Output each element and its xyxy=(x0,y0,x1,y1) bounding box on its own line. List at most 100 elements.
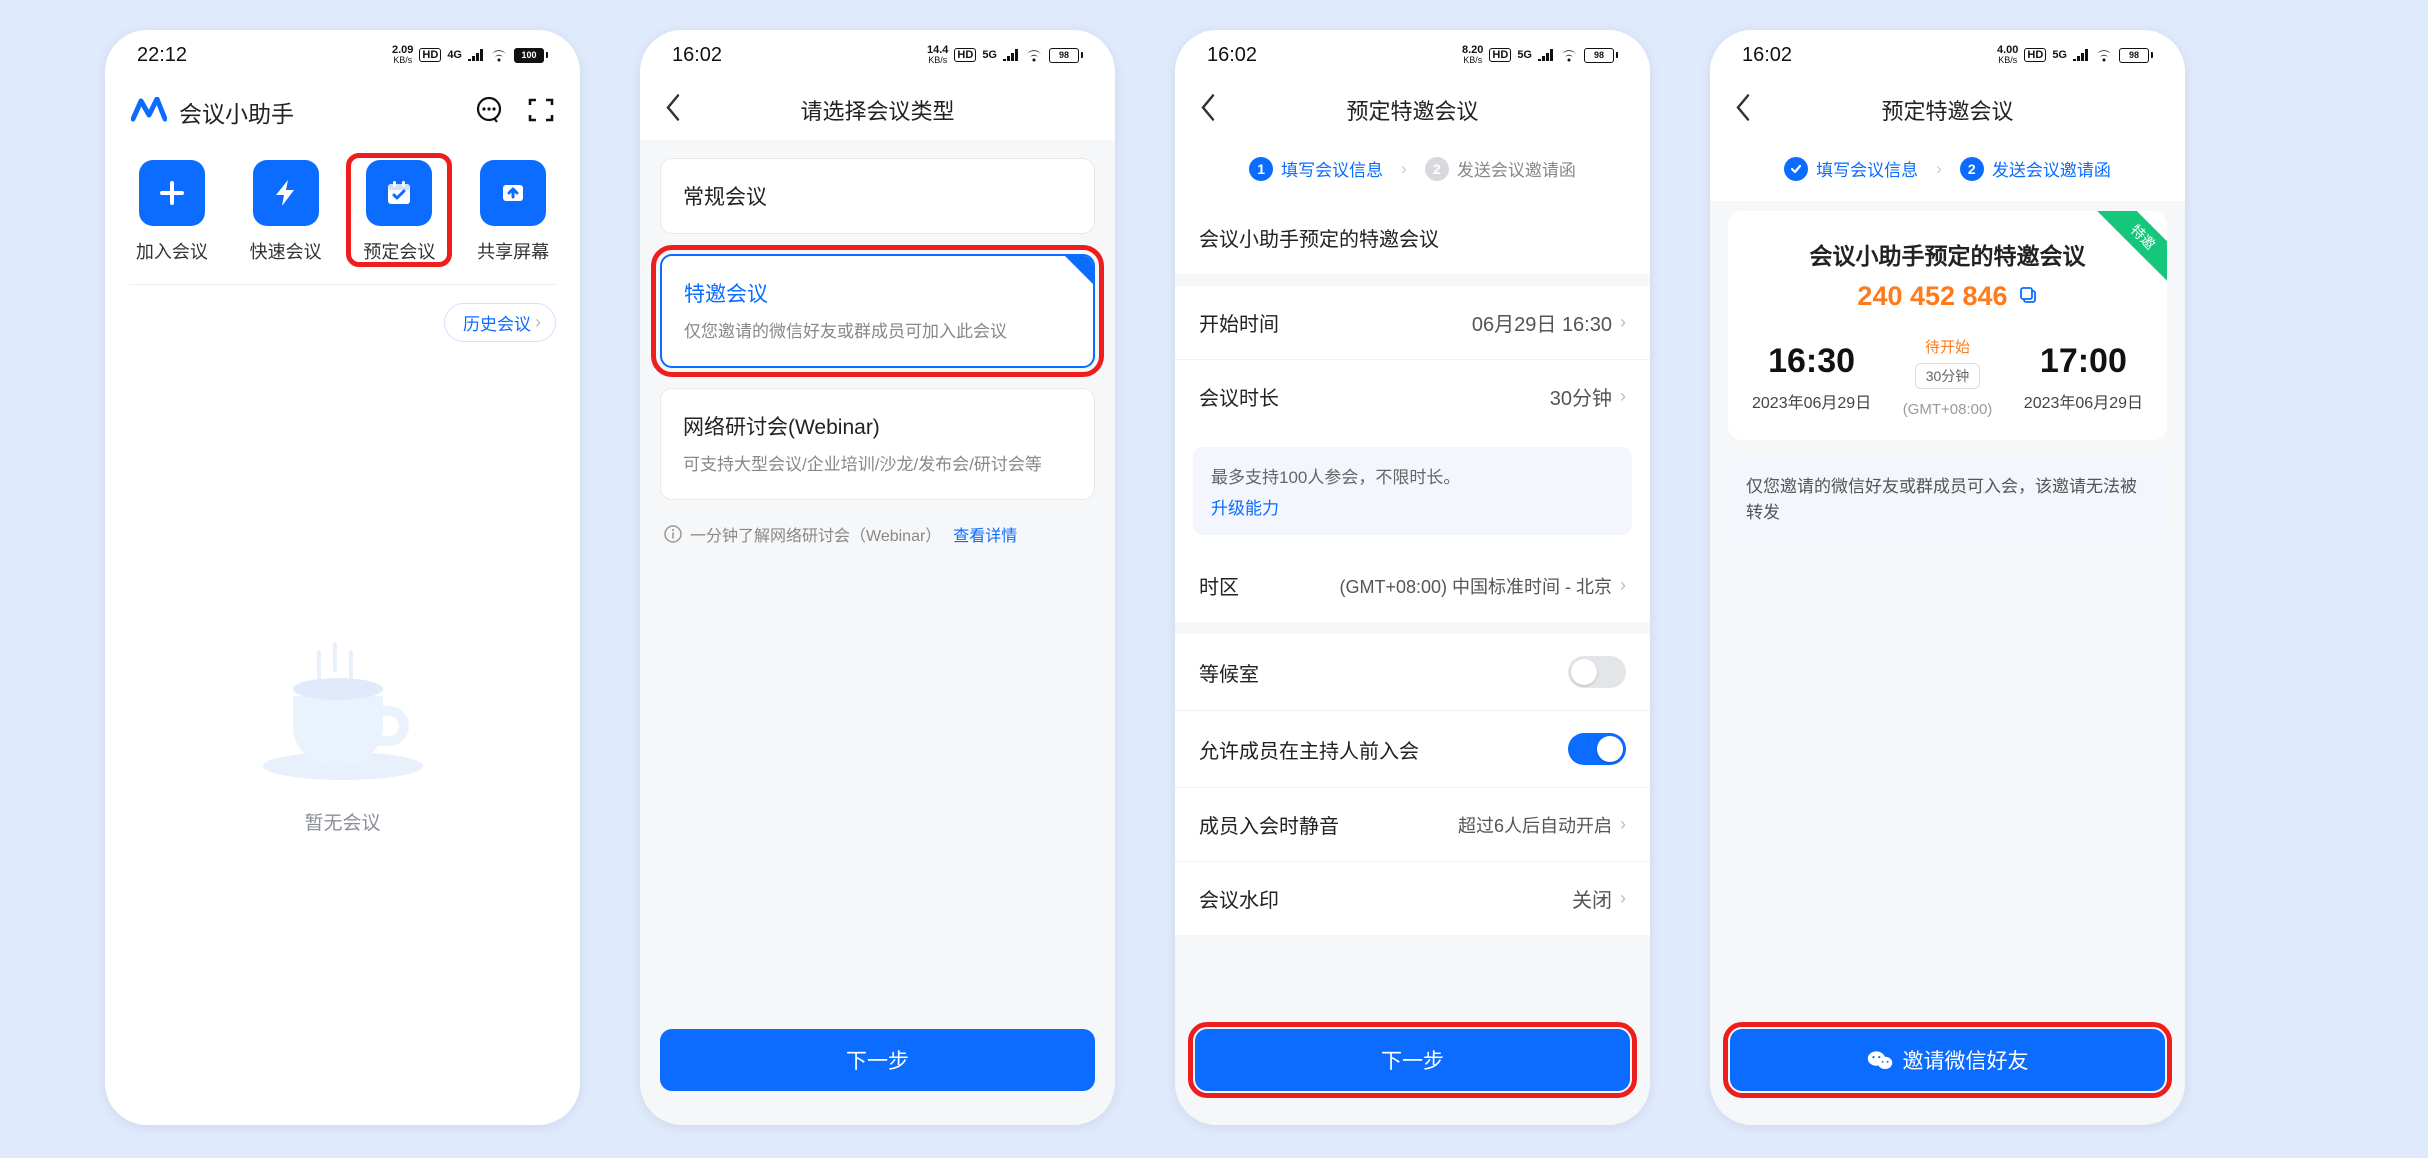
step-num: 2 xyxy=(1425,157,1449,181)
screen-select-type: 16:02 14.4KB/s HD 5G 98 请选择会议类型 常规会议 特邀会… xyxy=(640,30,1115,1125)
upgrade-banner: 最多支持100人参会，不限时长。 升级能力 xyxy=(1193,447,1632,535)
navbar: 预定特邀会议 xyxy=(1710,80,2185,140)
wifi-icon xyxy=(2095,49,2113,62)
card-special-invite[interactable]: 特邀会议 仅您邀请的微信好友或群成员可加入此会议 xyxy=(660,254,1095,368)
signal-label: 4G xyxy=(447,49,462,61)
app-logo[interactable]: 会议小助手 xyxy=(129,92,294,132)
chevron-right-icon: › xyxy=(1620,575,1626,596)
step-label: 填写会议信息 xyxy=(1816,156,1918,181)
empty-text: 暂无会议 xyxy=(304,808,380,835)
card-regular[interactable]: 常规会议 xyxy=(660,158,1095,234)
mid-col: 待开始 30分钟 (GMT+08:00) xyxy=(1903,336,1993,418)
start-date: 2023年06月29日 xyxy=(1752,389,1871,413)
back-button[interactable] xyxy=(1734,94,1752,127)
battery-icon: 98 xyxy=(1584,48,1618,63)
row-value: 超过6人后自动开启 xyxy=(1458,812,1612,838)
chevron-right-icon: › xyxy=(1620,888,1626,909)
hd-icon: HD xyxy=(1489,48,1511,62)
next-button[interactable]: 下一步 xyxy=(1195,1029,1630,1091)
chevron-right-icon: › xyxy=(1620,312,1626,333)
watermark-row[interactable]: 会议水印 关闭› xyxy=(1175,861,1650,935)
row-label: 等候室 xyxy=(1199,658,1259,687)
wifi-icon xyxy=(1560,49,1578,62)
chevron-right-icon: › xyxy=(1620,386,1626,407)
screen-schedule-form: 16:02 8.20KB/s HD 5G 98 预定特邀会议 1 填写会议信息 … xyxy=(1175,30,1650,1125)
share-screen[interactable]: 共享屏幕 xyxy=(463,160,563,264)
timezone: (GMT+08:00) xyxy=(1903,401,1993,418)
invite-wechat-button[interactable]: 邀请微信好友 xyxy=(1730,1029,2165,1091)
wechat-icon xyxy=(1867,1047,1893,1073)
row-value: 06月29日 16:30 xyxy=(1472,308,1612,337)
allow-before-host-row: 允许成员在主持人前入会 xyxy=(1175,710,1650,787)
step-num: 1 xyxy=(1249,157,1273,181)
share-label: 共享屏幕 xyxy=(477,238,549,264)
wifi-icon xyxy=(1025,49,1043,62)
step-2: 2 发送会议邀请函 xyxy=(1960,156,2111,181)
meeting-id-text: 240 452 846 xyxy=(1857,281,2007,312)
schedule-meeting[interactable]: 预定会议 xyxy=(349,156,449,264)
signal-icon xyxy=(2073,49,2089,61)
signal-icon xyxy=(1003,49,1019,61)
meeting-name: 会议小助手预定的特邀会议 xyxy=(1199,223,1439,252)
status-right: 14.4KB/s HD 5G 98 xyxy=(927,45,1083,65)
back-button[interactable] xyxy=(664,94,682,127)
signal-icon xyxy=(468,49,484,61)
screen-invite: 16:02 4.00KB/s HD 5G 98 预定特邀会议 填写会议信息 › … xyxy=(1710,30,2185,1125)
row-label: 会议时长 xyxy=(1199,382,1279,411)
start-time-row[interactable]: 开始时间 06月29日 16:30› xyxy=(1175,286,1650,359)
hd-icon: HD xyxy=(2024,48,2046,62)
chat-icon[interactable] xyxy=(474,95,504,130)
copy-icon[interactable] xyxy=(2018,281,2038,312)
allow-before-host-toggle[interactable] xyxy=(1568,733,1626,765)
upgrade-link[interactable]: 升级能力 xyxy=(1211,494,1614,519)
card-webinar[interactable]: 网络研讨会(Webinar) 可支持大型会议/企业培训/沙龙/发布会/研讨会等 xyxy=(660,388,1095,500)
timezone-row[interactable]: 时区 (GMT+08:00) 中国标准时间 - 北京› xyxy=(1175,549,1650,622)
status-bar: 16:02 4.00KB/s HD 5G 98 xyxy=(1710,30,2185,80)
step-label: 发送会议邀请函 xyxy=(1457,156,1576,181)
duration-pill: 30分钟 xyxy=(1915,363,1981,389)
status-time: 16:02 xyxy=(1207,44,1257,67)
meeting-title: 会议小助手预定的特邀会议 xyxy=(1752,237,2143,271)
chevron-right-icon: › xyxy=(1936,159,1942,179)
card-title: 网络研讨会(Webinar) xyxy=(683,411,1072,441)
app-header: 会议小助手 xyxy=(105,80,580,150)
join-meeting[interactable]: 加入会议 xyxy=(122,160,222,264)
row-value: (GMT+08:00) 中国标准时间 - 北京 xyxy=(1339,573,1612,599)
steps: 填写会议信息 › 2 发送会议邀请函 xyxy=(1710,140,2185,201)
history-meetings[interactable]: 历史会议 › xyxy=(444,303,556,342)
step-num: 2 xyxy=(1960,157,1984,181)
history-label: 历史会议 xyxy=(463,310,531,335)
banner-text: 最多支持100人参会，不限时长。 xyxy=(1211,468,1460,487)
meeting-name-row[interactable]: 会议小助手预定的特邀会议 xyxy=(1175,201,1650,274)
signal-label: 5G xyxy=(2052,49,2067,61)
end-col: 17:00 2023年06月29日 xyxy=(2024,342,2143,413)
empty-state: 暂无会议 xyxy=(105,360,580,1125)
status-bar: 16:02 14.4KB/s HD 5G 98 xyxy=(640,30,1115,80)
duration-row[interactable]: 会议时长 30分钟› xyxy=(1175,359,1650,433)
chevron-right-icon: › xyxy=(1620,814,1626,835)
battery-icon: 98 xyxy=(2119,48,2153,63)
step-label: 填写会议信息 xyxy=(1281,156,1383,181)
navbar: 请选择会议类型 xyxy=(640,80,1115,140)
waiting-room-toggle[interactable] xyxy=(1568,656,1626,688)
row-label: 会议水印 xyxy=(1199,884,1279,913)
step-1: 1 填写会议信息 xyxy=(1249,156,1383,181)
invite-label: 邀请微信好友 xyxy=(1903,1045,2029,1075)
screen-home: 22:12 2.09KB/s HD 4G 100 会议小助手 xyxy=(105,30,580,1125)
battery-icon: 98 xyxy=(1049,48,1083,63)
steps: 1 填写会议信息 › 2 发送会议邀请函 xyxy=(1175,140,1650,201)
app-title: 会议小助手 xyxy=(179,95,294,129)
quick-meeting[interactable]: 快速会议 xyxy=(236,160,336,264)
scan-icon[interactable] xyxy=(526,95,556,130)
info-link[interactable]: 查看详情 xyxy=(953,522,1017,546)
back-button[interactable] xyxy=(1199,94,1217,127)
page-title: 预定特邀会议 xyxy=(1346,94,1478,126)
card-subtitle: 仅您邀请的微信好友或群成员可加入此会议 xyxy=(684,320,1071,344)
quick-label: 快速会议 xyxy=(250,238,322,264)
next-button[interactable]: 下一步 xyxy=(660,1029,1095,1091)
teacup-illustration xyxy=(263,650,423,780)
mute-on-join-row[interactable]: 成员入会时静音 超过6人后自动开启› xyxy=(1175,787,1650,861)
status-time: 22:12 xyxy=(137,44,187,67)
card-title: 常规会议 xyxy=(683,181,1072,211)
info-text: 一分钟了解网络研讨会（Webinar） xyxy=(690,522,941,546)
